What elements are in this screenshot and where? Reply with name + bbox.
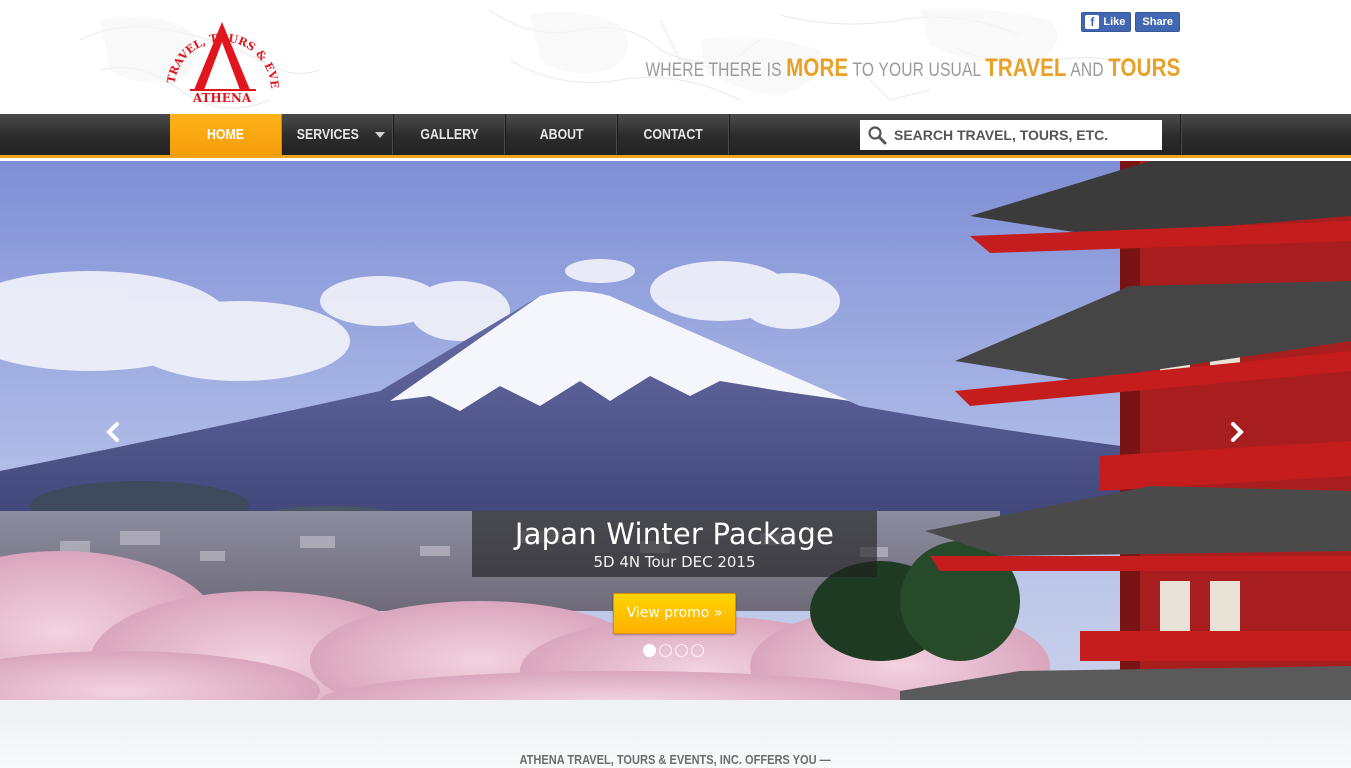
social-buttons: f Like Share <box>1081 12 1180 32</box>
like-label: Like <box>1103 16 1126 28</box>
facebook-like-button[interactable]: f Like <box>1081 12 1132 32</box>
nav-menu: HOME SERVICES GALLERY ABOUT CONTACT <box>170 114 730 155</box>
svg-text:TRAVEL, TOURS & EVENTS, INC.: TRAVEL, TOURS & EVENTS, INC. <box>160 8 281 89</box>
nav-item-label: GALLERY <box>420 126 479 143</box>
carousel-dot-1[interactable] <box>643 644 656 657</box>
svg-text:ATHENA: ATHENA <box>192 91 252 105</box>
slide-title: Japan Winter Package <box>514 517 835 551</box>
nav-divider <box>1180 114 1181 155</box>
search-box <box>860 120 1162 150</box>
tagline-highlight-tours: TOURS <box>1107 54 1180 82</box>
tagline-highlight-travel: TRAVEL <box>984 54 1067 82</box>
hero-carousel: Japan Winter Package 5D 4N Tour DEC 2015… <box>0 161 1351 700</box>
carousel-dot-4[interactable] <box>691 644 704 657</box>
search-icon[interactable] <box>860 120 894 150</box>
slide-caption: Japan Winter Package 5D 4N Tour DEC 2015 <box>472 511 877 577</box>
offers-heading: ATHENA TRAVEL, TOURS & EVENTS, INC. OFFE… <box>0 752 1351 767</box>
carousel-indicators <box>643 644 704 657</box>
nav-item-gallery[interactable]: GALLERY <box>394 114 506 155</box>
tagline-part1: WHERE THERE IS <box>645 60 786 81</box>
search-input[interactable] <box>894 121 1156 149</box>
nav-item-home[interactable]: HOME <box>170 114 282 155</box>
tagline: WHERE THERE IS MORE TO YOUR USUAL TRAVEL… <box>645 54 1180 83</box>
tagline-part3: AND <box>1066 60 1108 81</box>
view-promo-button[interactable]: View promo » <box>613 593 736 634</box>
facebook-icon: f <box>1085 15 1100 29</box>
nav-item-label: HOME <box>207 126 244 143</box>
carousel-next-button[interactable] <box>1222 417 1252 447</box>
dropdown-caret-icon <box>375 131 386 138</box>
nav-item-label: CONTACT <box>643 126 704 143</box>
nav-item-contact[interactable]: CONTACT <box>618 114 730 155</box>
offers-heading-text: ATHENA TRAVEL, TOURS & EVENTS, INC. OFFE… <box>519 752 832 767</box>
main-nav: HOME SERVICES GALLERY ABOUT CONTACT <box>0 114 1351 158</box>
carousel-prev-button[interactable] <box>98 417 128 447</box>
nav-item-label: SERVICES <box>296 126 359 143</box>
nav-item-services[interactable]: SERVICES <box>282 114 394 155</box>
offers-section: ATHENA TRAVEL, TOURS & EVENTS, INC. OFFE… <box>0 700 1351 768</box>
site-header: TRAVEL, TOURS & EVENTS, INC. ATHENA f Li… <box>0 0 1351 114</box>
nav-item-about[interactable]: ABOUT <box>506 114 618 155</box>
tagline-highlight-more: MORE <box>785 54 848 82</box>
slide-subtitle: 5D 4N Tour DEC 2015 <box>593 553 756 571</box>
carousel-dot-2[interactable] <box>659 644 672 657</box>
athena-logo[interactable]: TRAVEL, TOURS & EVENTS, INC. ATHENA <box>160 8 285 108</box>
carousel-dot-3[interactable] <box>675 644 688 657</box>
nav-item-label: ABOUT <box>539 126 584 143</box>
tagline-part2: TO YOUR USUAL <box>847 60 985 81</box>
page: TRAVEL, TOURS & EVENTS, INC. ATHENA f Li… <box>0 0 1351 768</box>
facebook-share-button[interactable]: Share <box>1135 12 1180 32</box>
